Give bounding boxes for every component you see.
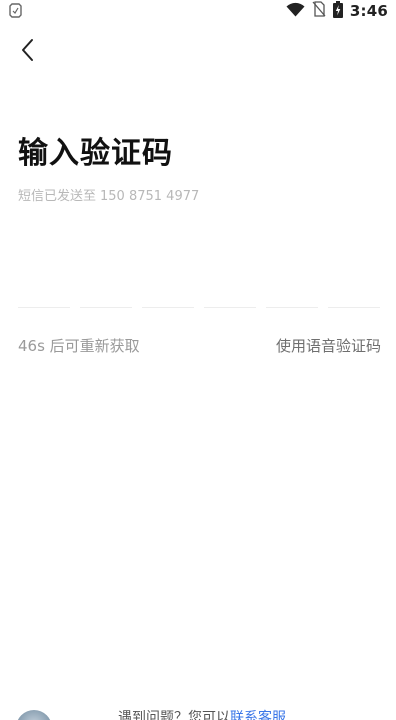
no-sim-icon — [312, 1, 326, 21]
code-input-2[interactable] — [80, 270, 132, 308]
notification-icon — [9, 3, 22, 18]
code-input-1[interactable] — [18, 270, 70, 308]
wifi-icon — [286, 2, 305, 21]
phone-number: 150 8751 4977 — [100, 189, 200, 204]
support-avatar — [16, 710, 52, 720]
help-prefix: 遇到问题？您可以 — [118, 710, 230, 720]
sms-sent-label: 短信已发送至 — [18, 189, 97, 204]
status-icons: 3:46 — [286, 0, 388, 22]
back-button[interactable] — [14, 38, 40, 66]
code-input-row — [18, 270, 380, 308]
voice-code-button[interactable]: 使用语音验证码 — [276, 335, 381, 356]
verification-screen: 3:46 输入验证码 短信已发送至 150 8751 4977 46s 后可重新获… — [0, 0, 396, 720]
status-bar: 3:46 — [0, 0, 396, 22]
contact-support-link[interactable]: 联系客服 — [230, 710, 286, 720]
help-row: 遇到问题？您可以联系客服 — [118, 707, 286, 720]
battery-charging-icon — [332, 0, 343, 22]
page-title: 输入验证码 — [18, 136, 173, 171]
resend-countdown: 46s 后可重新获取 — [18, 337, 140, 355]
code-input-3[interactable] — [142, 270, 194, 308]
code-input-5[interactable] — [266, 270, 318, 308]
chevron-left-icon — [20, 38, 34, 66]
code-input-4[interactable] — [204, 270, 256, 308]
code-input-6[interactable] — [328, 270, 380, 308]
sms-sent-info: 短信已发送至 150 8751 4977 — [18, 185, 199, 204]
status-time: 3:46 — [349, 2, 388, 20]
